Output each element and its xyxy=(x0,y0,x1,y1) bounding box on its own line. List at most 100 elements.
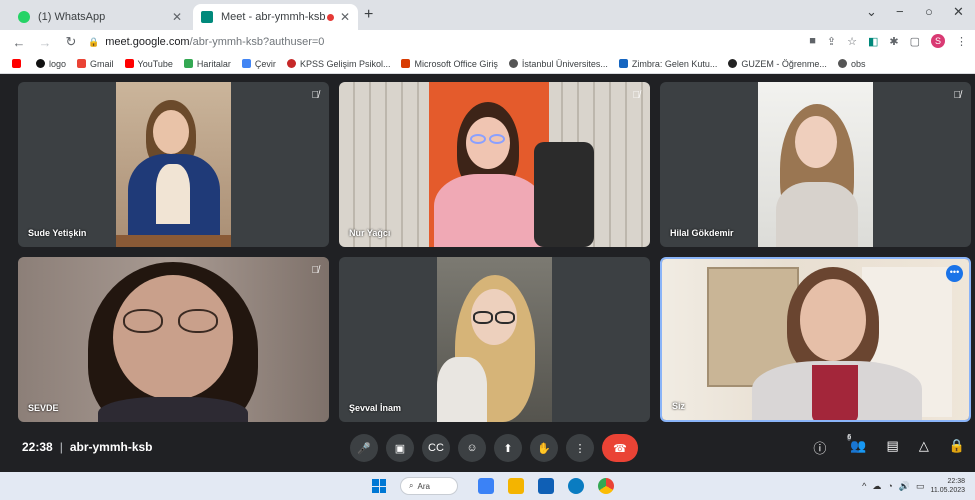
globe-icon xyxy=(508,59,518,68)
lock-icon: 🔒 xyxy=(88,36,100,47)
battery-icon[interactable]: ▭ xyxy=(916,481,925,492)
microphone-button[interactable]: 🎤 xyxy=(350,434,378,462)
chat-app-icon[interactable] xyxy=(478,478,494,494)
mic-off-icon: 🎙̸ xyxy=(632,90,641,101)
url-field[interactable]: 🔒 meet.google.com /abr-ymmh-ksb?authuser… xyxy=(88,33,778,51)
url-path: /abr-ymmh-ksb?authuser=0 xyxy=(189,36,325,48)
bookmark-item[interactable]: Microsoft Office Giriş xyxy=(401,58,498,69)
chrome-icon[interactable] xyxy=(598,478,614,494)
store-icon[interactable] xyxy=(538,478,554,494)
camera-button[interactable]: ▣ xyxy=(386,434,414,462)
os-taskbar: ⌕ Ara ^ ☁ ◔ 🔊 ▭ 22:38 11.05.2023 xyxy=(0,472,975,500)
mic-off-icon: 🎙̸ xyxy=(311,90,320,101)
more-options-icon[interactable]: ••• xyxy=(946,265,963,282)
chat-icon[interactable]: ▤ xyxy=(887,438,899,457)
minimize-icon[interactable]: − xyxy=(896,4,904,19)
camera-indicator-icon[interactable]: ■ xyxy=(809,35,816,47)
tab-meet[interactable]: Meet - abr-ymmh-ksb ✕ xyxy=(193,4,358,30)
participant-tile[interactable]: 🎙̸ Sude Yetişkin xyxy=(18,82,329,247)
volume-icon[interactable]: 🔊 xyxy=(899,481,910,492)
participant-tile[interactable]: 🎙̸ SEVDE xyxy=(18,257,329,422)
bookmark-item[interactable]: obs xyxy=(837,59,865,69)
call-controls: 🎤 ▣ CC ☺ ⬆ ✋ ⋮ ☎ xyxy=(350,434,638,462)
maps-icon xyxy=(183,59,193,68)
emoji-reactions-button[interactable]: ☺ xyxy=(458,434,486,462)
tab-whatsapp[interactable]: (1) WhatsApp ✕ xyxy=(10,4,190,30)
puzzle-icon[interactable]: ✱ xyxy=(889,35,898,48)
zimbra-icon xyxy=(618,59,628,68)
menu-icon[interactable]: ⋮ xyxy=(956,35,967,48)
bookmark-label: Haritalar xyxy=(196,58,231,69)
gmail-icon xyxy=(77,59,87,68)
share-icon[interactable]: ⇪ xyxy=(827,35,836,48)
bookmark-item[interactable]: Çevir xyxy=(241,59,276,69)
tab-title: (1) WhatsApp xyxy=(38,11,106,23)
tab-title: Meet - abr-ymmh-ksb xyxy=(221,11,326,23)
bookmark-item[interactable]: logo xyxy=(36,59,66,69)
participant-tile[interactable]: 🎙̸ Hilal Gökdemir xyxy=(660,82,971,247)
meeting-info-icon[interactable]: ⓘ xyxy=(813,438,826,457)
windows-start-icon[interactable] xyxy=(372,479,386,493)
system-tray: ^ ☁ ◔ 🔊 ▭ 22:38 11.05.2023 xyxy=(862,477,965,495)
participant-video xyxy=(437,257,552,422)
tab-bar: (1) WhatsApp ✕ Meet - abr-ymmh-ksb ✕ + ⌄… xyxy=(0,0,975,30)
self-view-tile[interactable]: ••• Siz xyxy=(660,257,971,422)
participant-tile[interactable]: 🎙̸ Nur Yağcı xyxy=(339,82,650,247)
forward-icon[interactable]: → xyxy=(38,35,52,50)
side-panel-controls: ⓘ 6👥 ▤ △ 🔒 xyxy=(813,434,965,457)
close-window-icon[interactable]: ✕ xyxy=(953,4,964,20)
profile-avatar[interactable]: S xyxy=(931,34,945,48)
bookmark-item[interactable]: KPSS Gelişim Psikol... xyxy=(286,59,390,69)
mic-off-icon: 🎙̸ xyxy=(311,265,320,276)
cloud-icon[interactable]: ☁ xyxy=(872,481,881,492)
more-options-button[interactable]: ⋮ xyxy=(566,434,594,462)
globe-icon xyxy=(728,59,738,68)
bookmark-apps[interactable] xyxy=(12,59,25,68)
meet-icon xyxy=(201,11,213,23)
edge-icon[interactable] xyxy=(568,478,584,494)
bookmark-label: Microsoft Office Giriş xyxy=(414,58,498,69)
file-explorer-icon[interactable] xyxy=(508,478,524,494)
new-tab-button[interactable]: + xyxy=(364,6,373,24)
bookmark-item[interactable]: YouTube xyxy=(124,59,173,69)
back-icon[interactable]: ← xyxy=(12,35,26,50)
participant-name: Sude Yetişkin xyxy=(28,228,87,238)
wifi-icon[interactable]: ◔ xyxy=(887,481,892,491)
bookmark-item[interactable]: Zimbra: Gelen Kutu... xyxy=(618,59,717,69)
mic-off-icon: 🎙̸ xyxy=(953,90,962,101)
globe-icon xyxy=(837,59,847,68)
bookmark-item[interactable]: GUZEM - Öğrenme... xyxy=(728,59,827,69)
browser-chrome: (1) WhatsApp ✕ Meet - abr-ymmh-ksb ✕ + ⌄… xyxy=(0,0,975,74)
participant-tile[interactable]: Şevval İnam xyxy=(339,257,650,422)
participant-video xyxy=(758,82,873,247)
meeting-controls-bar: 22:38 | abr-ymmh-ksb 🎤 ▣ CC ☺ ⬆ ✋ ⋮ ☎ ⓘ 6👥… xyxy=(0,424,975,472)
bookmark-label: logo xyxy=(49,58,67,69)
captions-button[interactable]: CC xyxy=(422,434,450,462)
meeting-stage: 🎙̸ Sude Yetişkin 🎙̸ Nur Yağcı 🎙̸ Hilal G… xyxy=(0,74,975,472)
extension-icon[interactable]: ◧ xyxy=(868,35,878,48)
chevron-down-icon[interactable]: ⌄ xyxy=(866,4,877,20)
participant-name: SEVDE xyxy=(28,403,59,413)
end-call-button[interactable]: ☎ xyxy=(602,434,638,462)
bookmark-icon xyxy=(36,59,45,68)
reload-icon[interactable]: ↻ xyxy=(64,34,78,50)
raise-hand-button[interactable]: ✋ xyxy=(530,434,558,462)
taskbar-clock[interactable]: 22:38 11.05.2023 xyxy=(930,477,965,495)
toolbar-icons: ■ ⇪ ☆ ◧ ✱ ▢ S ⋮ xyxy=(809,34,967,48)
tray-chevron-icon[interactable]: ^ xyxy=(862,481,866,491)
close-tab-icon[interactable]: ✕ xyxy=(340,10,350,24)
star-icon[interactable]: ☆ xyxy=(847,35,857,48)
bookmark-item[interactable]: Gmail xyxy=(77,59,114,69)
people-count-badge: 6 xyxy=(847,434,852,441)
sidebar-icon[interactable]: ▢ xyxy=(910,35,920,48)
activities-icon[interactable]: △ xyxy=(919,438,929,457)
bookmark-item[interactable]: İstanbul Üniversites... xyxy=(508,59,608,69)
close-tab-icon[interactable]: ✕ xyxy=(172,10,182,24)
maximize-icon[interactable]: ○ xyxy=(925,4,933,19)
bookmark-item[interactable]: Haritalar xyxy=(183,58,231,69)
people-icon[interactable]: 6👥 xyxy=(846,434,867,457)
host-controls-icon[interactable]: 🔒 xyxy=(949,438,965,457)
participant-name: Hilal Gökdemir xyxy=(670,228,734,238)
taskbar-search[interactable]: ⌕ Ara xyxy=(400,477,458,495)
present-screen-button[interactable]: ⬆ xyxy=(494,434,522,462)
